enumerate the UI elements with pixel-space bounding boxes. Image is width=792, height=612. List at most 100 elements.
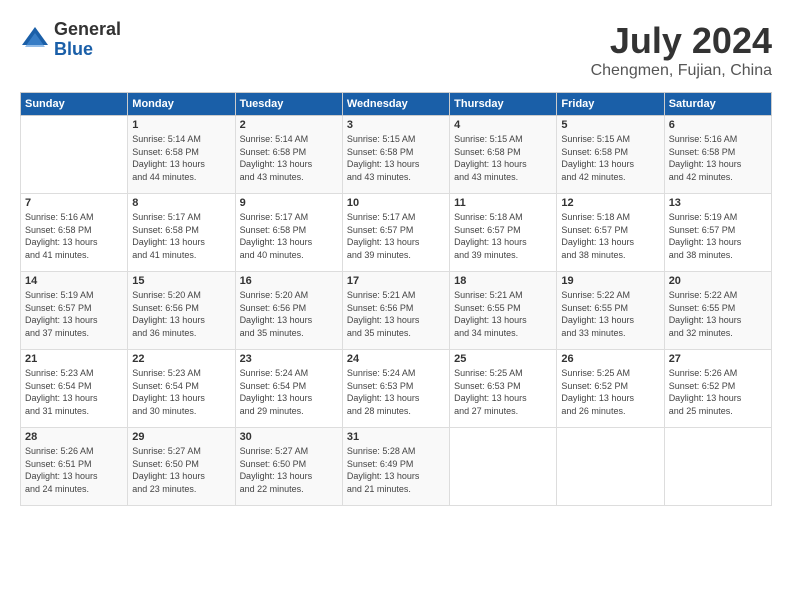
cell-content: Sunrise: 5:26 AM Sunset: 6:52 PM Dayligh… <box>669 367 767 417</box>
cell-content: Sunrise: 5:23 AM Sunset: 6:54 PM Dayligh… <box>132 367 230 417</box>
cell-content: Sunrise: 5:27 AM Sunset: 6:50 PM Dayligh… <box>240 445 338 495</box>
logo-text: General Blue <box>54 20 121 60</box>
cell-content: Sunrise: 5:17 AM Sunset: 6:58 PM Dayligh… <box>240 211 338 261</box>
day-number: 28 <box>25 431 123 443</box>
cell-content: Sunrise: 5:28 AM Sunset: 6:49 PM Dayligh… <box>347 445 445 495</box>
calendar-cell: 13 Sunrise: 5:19 AM Sunset: 6:57 PM Dayli… <box>664 194 771 272</box>
cell-content: Sunrise: 5:27 AM Sunset: 6:50 PM Dayligh… <box>132 445 230 495</box>
day-number: 6 <box>669 119 767 131</box>
day-number: 4 <box>454 119 552 131</box>
cell-content: Sunrise: 5:22 AM Sunset: 6:55 PM Dayligh… <box>561 289 659 339</box>
calendar-cell: 27Sunrise: 5:26 AM Sunset: 6:52 PM Dayli… <box>664 350 771 428</box>
calendar-cell: 23Sunrise: 5:24 AM Sunset: 6:54 PM Dayli… <box>235 350 342 428</box>
day-number: 15 <box>132 275 230 287</box>
day-number: 12 <box>561 197 659 209</box>
calendar-cell: 18 Sunrise: 5:21 AM Sunset: 6:55 PM Dayli… <box>450 272 557 350</box>
day-number: 13 <box>669 197 767 209</box>
calendar-cell: 6 Sunrise: 5:16 AM Sunset: 6:58 PM Daylig… <box>664 116 771 194</box>
calendar-cell: 8 Sunrise: 5:17 AM Sunset: 6:58 PM Daylig… <box>128 194 235 272</box>
calendar-cell <box>450 428 557 506</box>
day-number: 22 <box>132 353 230 365</box>
calendar-cell: 26Sunrise: 5:25 AM Sunset: 6:52 PM Dayli… <box>557 350 664 428</box>
cell-content: Sunrise: 5:20 AM Sunset: 6:56 PM Dayligh… <box>240 289 338 339</box>
calendar-cell <box>21 116 128 194</box>
calendar-cell: 25 Sunrise: 5:25 AM Sunset: 6:53 PM Dayli… <box>450 350 557 428</box>
cell-content: Sunrise: 5:19 AM Sunset: 6:57 PM Dayligh… <box>669 211 767 261</box>
day-number: 31 <box>347 431 445 443</box>
day-number: 11 <box>454 197 552 209</box>
calendar-table: SundayMondayTuesdayWednesdayThursdayFrid… <box>20 92 772 506</box>
calendar-cell: 10Sunrise: 5:17 AM Sunset: 6:57 PM Dayli… <box>342 194 449 272</box>
weekday-header-sunday: Sunday <box>21 93 128 116</box>
calendar-cell: 20Sunrise: 5:22 AM Sunset: 6:55 PM Dayli… <box>664 272 771 350</box>
logo-icon <box>20 25 50 55</box>
cell-content: Sunrise: 5:26 AM Sunset: 6:51 PM Dayligh… <box>25 445 123 495</box>
day-number: 19 <box>561 275 659 287</box>
calendar-week-row: 7 Sunrise: 5:16 AM Sunset: 6:58 PM Daylig… <box>21 194 772 272</box>
cell-content: Sunrise: 5:17 AM Sunset: 6:57 PM Dayligh… <box>347 211 445 261</box>
logo-blue: Blue <box>54 40 121 60</box>
cell-content: Sunrise: 5:15 AM Sunset: 6:58 PM Dayligh… <box>347 133 445 183</box>
calendar-cell: 9 Sunrise: 5:17 AM Sunset: 6:58 PM Daylig… <box>235 194 342 272</box>
location: Chengmen, Fujian, China <box>591 62 772 80</box>
cell-content: Sunrise: 5:15 AM Sunset: 6:58 PM Dayligh… <box>454 133 552 183</box>
cell-content: Sunrise: 5:21 AM Sunset: 6:55 PM Dayligh… <box>454 289 552 339</box>
cell-content: Sunrise: 5:20 AM Sunset: 6:56 PM Dayligh… <box>132 289 230 339</box>
calendar-cell: 24 Sunrise: 5:24 AM Sunset: 6:53 PM Dayli… <box>342 350 449 428</box>
title-block: July 2024 Chengmen, Fujian, China <box>591 20 772 80</box>
logo: General Blue <box>20 20 121 60</box>
cell-content: Sunrise: 5:24 AM Sunset: 6:54 PM Dayligh… <box>240 367 338 417</box>
calendar-cell: 4 Sunrise: 5:15 AM Sunset: 6:58 PM Daylig… <box>450 116 557 194</box>
cell-content: Sunrise: 5:21 AM Sunset: 6:56 PM Dayligh… <box>347 289 445 339</box>
day-number: 25 <box>454 353 552 365</box>
calendar-cell: 1Sunrise: 5:14 AM Sunset: 6:58 PM Daylig… <box>128 116 235 194</box>
cell-content: Sunrise: 5:18 AM Sunset: 6:57 PM Dayligh… <box>561 211 659 261</box>
calendar-cell: 29 Sunrise: 5:27 AM Sunset: 6:50 PM Dayli… <box>128 428 235 506</box>
day-number: 7 <box>25 197 123 209</box>
calendar-cell: 21Sunrise: 5:23 AM Sunset: 6:54 PM Dayli… <box>21 350 128 428</box>
cell-content: Sunrise: 5:25 AM Sunset: 6:52 PM Dayligh… <box>561 367 659 417</box>
day-number: 29 <box>132 431 230 443</box>
calendar-week-row: 28 Sunrise: 5:26 AM Sunset: 6:51 PM Dayli… <box>21 428 772 506</box>
day-number: 18 <box>454 275 552 287</box>
calendar-page: General Blue July 2024 Chengmen, Fujian,… <box>0 0 792 612</box>
day-number: 16 <box>240 275 338 287</box>
day-number: 8 <box>132 197 230 209</box>
calendar-header: SundayMondayTuesdayWednesdayThursdayFrid… <box>21 93 772 116</box>
weekday-header-saturday: Saturday <box>664 93 771 116</box>
day-number: 2 <box>240 119 338 131</box>
header: General Blue July 2024 Chengmen, Fujian,… <box>20 20 772 80</box>
calendar-cell: 5Sunrise: 5:15 AM Sunset: 6:58 PM Daylig… <box>557 116 664 194</box>
calendar-cell: 14Sunrise: 5:19 AM Sunset: 6:57 PM Dayli… <box>21 272 128 350</box>
calendar-week-row: 1Sunrise: 5:14 AM Sunset: 6:58 PM Daylig… <box>21 116 772 194</box>
day-number: 17 <box>347 275 445 287</box>
calendar-cell: 28 Sunrise: 5:26 AM Sunset: 6:51 PM Dayli… <box>21 428 128 506</box>
calendar-cell: 16 Sunrise: 5:20 AM Sunset: 6:56 PM Dayli… <box>235 272 342 350</box>
calendar-cell: 11Sunrise: 5:18 AM Sunset: 6:57 PM Dayli… <box>450 194 557 272</box>
calendar-cell: 19 Sunrise: 5:22 AM Sunset: 6:55 PM Dayli… <box>557 272 664 350</box>
calendar-cell: 3 Sunrise: 5:15 AM Sunset: 6:58 PM Daylig… <box>342 116 449 194</box>
cell-content: Sunrise: 5:17 AM Sunset: 6:58 PM Dayligh… <box>132 211 230 261</box>
cell-content: Sunrise: 5:19 AM Sunset: 6:57 PM Dayligh… <box>25 289 123 339</box>
cell-content: Sunrise: 5:14 AM Sunset: 6:58 PM Dayligh… <box>240 133 338 183</box>
calendar-cell: 31 Sunrise: 5:28 AM Sunset: 6:49 PM Dayli… <box>342 428 449 506</box>
cell-content: Sunrise: 5:24 AM Sunset: 6:53 PM Dayligh… <box>347 367 445 417</box>
cell-content: Sunrise: 5:25 AM Sunset: 6:53 PM Dayligh… <box>454 367 552 417</box>
day-number: 9 <box>240 197 338 209</box>
calendar-cell: 22 Sunrise: 5:23 AM Sunset: 6:54 PM Dayli… <box>128 350 235 428</box>
calendar-cell <box>557 428 664 506</box>
cell-content: Sunrise: 5:16 AM Sunset: 6:58 PM Dayligh… <box>669 133 767 183</box>
cell-content: Sunrise: 5:23 AM Sunset: 6:54 PM Dayligh… <box>25 367 123 417</box>
calendar-cell: 15 Sunrise: 5:20 AM Sunset: 6:56 PM Dayli… <box>128 272 235 350</box>
calendar-cell <box>664 428 771 506</box>
weekday-header-monday: Monday <box>128 93 235 116</box>
calendar-cell: 2 Sunrise: 5:14 AM Sunset: 6:58 PM Daylig… <box>235 116 342 194</box>
day-number: 3 <box>347 119 445 131</box>
logo-general: General <box>54 20 121 40</box>
weekday-header-tuesday: Tuesday <box>235 93 342 116</box>
day-number: 5 <box>561 119 659 131</box>
calendar-cell: 12 Sunrise: 5:18 AM Sunset: 6:57 PM Dayli… <box>557 194 664 272</box>
day-number: 24 <box>347 353 445 365</box>
cell-content: Sunrise: 5:16 AM Sunset: 6:58 PM Dayligh… <box>25 211 123 261</box>
calendar-week-row: 21Sunrise: 5:23 AM Sunset: 6:54 PM Dayli… <box>21 350 772 428</box>
